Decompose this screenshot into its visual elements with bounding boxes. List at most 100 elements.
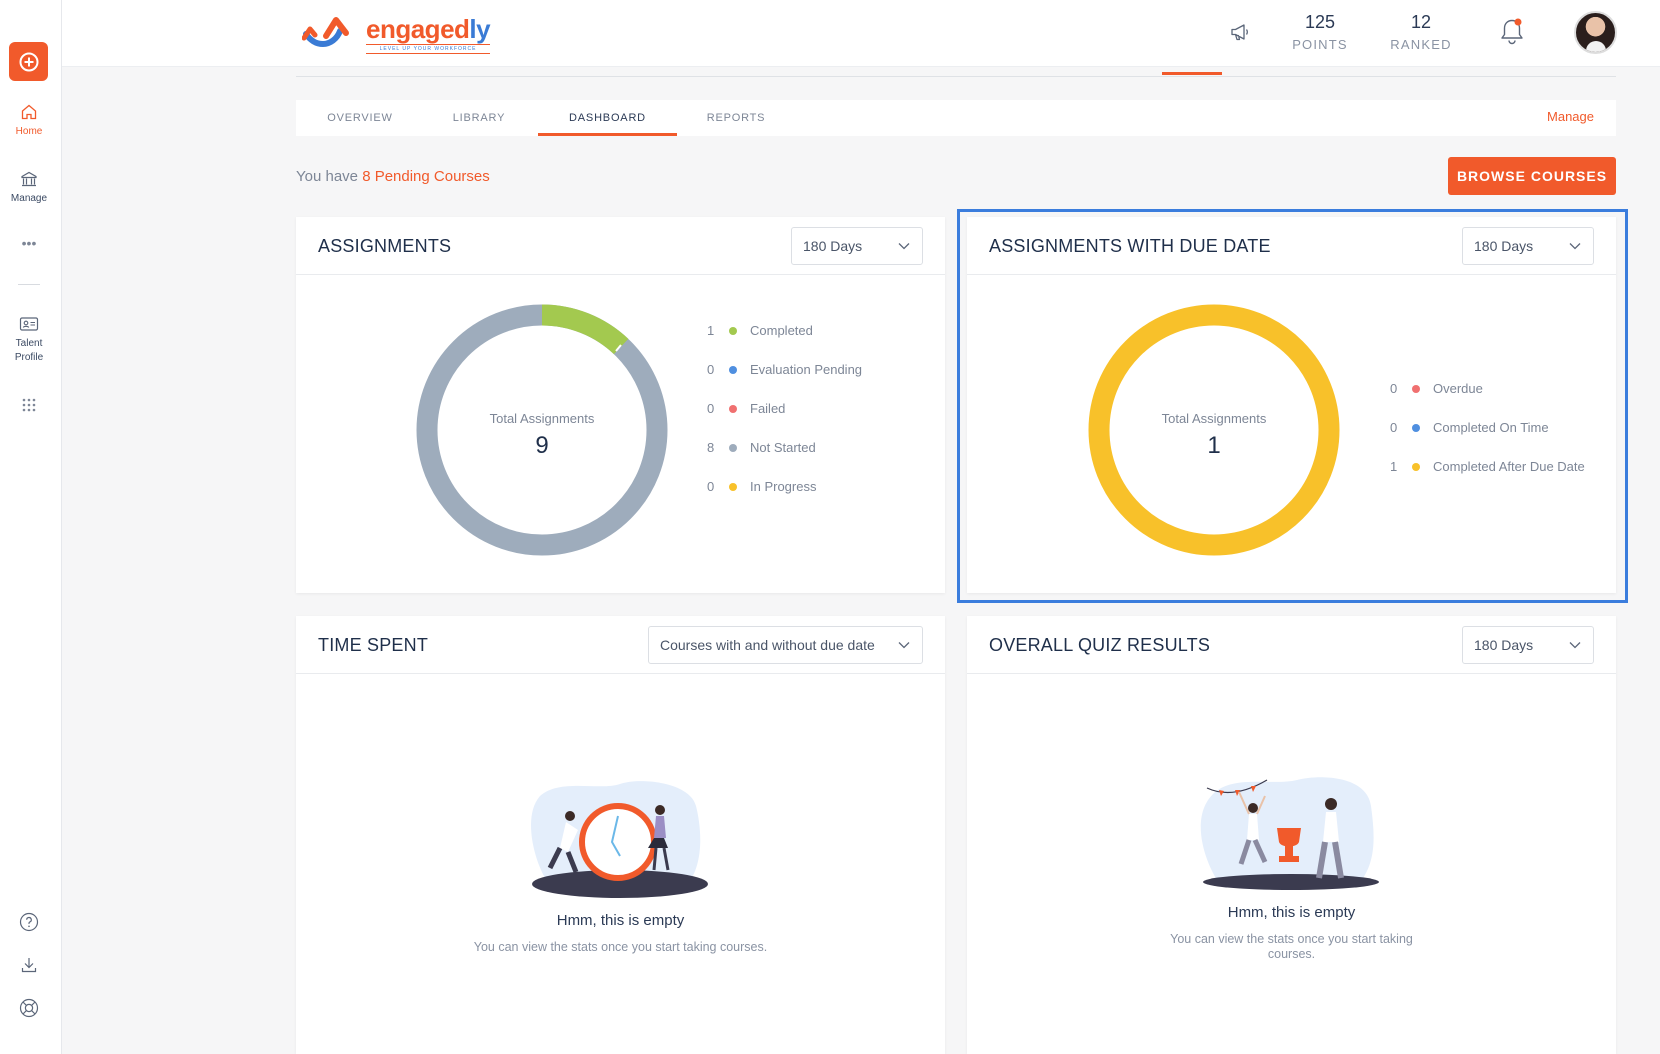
assignments-card: ASSIGNMENTS 180 Days Total Assignments 9…	[296, 217, 945, 593]
logo-text-accent: ly	[469, 14, 491, 44]
empty-state-subtitle: You can view the stats once you start ta…	[1137, 932, 1446, 962]
create-button[interactable]	[9, 42, 48, 81]
legend-item[interactable]: 0 Completed On Time	[1390, 408, 1585, 447]
bell-icon	[1501, 18, 1523, 45]
range-dropdown[interactable]: 180 Days	[791, 227, 923, 265]
legend-label: Completed After Due Date	[1433, 459, 1585, 474]
legend-dot	[1412, 462, 1420, 471]
megaphone-icon	[1231, 24, 1248, 41]
announcements-button[interactable]	[1228, 20, 1252, 49]
assignments-donut: Total Assignments 9	[416, 304, 668, 556]
card-title: ASSIGNMENTS	[318, 236, 452, 256]
legend-label: Completed	[750, 323, 813, 338]
donut-center: Total Assignments 1	[1088, 411, 1340, 460]
help-icon	[19, 912, 39, 932]
legend-label: Not Started	[750, 440, 816, 455]
course-filter-dropdown[interactable]: Courses with and without due date	[648, 626, 923, 664]
logo-tagline: LEVEL UP YOUR WORKFORCE	[366, 44, 491, 54]
legend-item[interactable]: 0 Failed	[707, 389, 862, 428]
header-divider	[296, 76, 1616, 77]
logo-mark-icon	[302, 17, 349, 48]
sidebar-item-label: Manage	[10, 193, 48, 204]
chevron-down-icon	[898, 243, 910, 250]
points-stat[interactable]: 125 POINTS	[1280, 12, 1360, 52]
due-date-donut: Total Assignments 1	[1088, 304, 1340, 556]
sidebar-item-home[interactable]: Home	[0, 103, 58, 139]
chevron-down-icon	[1569, 243, 1581, 250]
donut-center: Total Assignments 9	[416, 411, 668, 460]
browse-courses-button[interactable]: BROWSE COURSES	[1448, 157, 1616, 195]
dropdown-value: 180 Days	[803, 238, 863, 254]
pending-courses-link[interactable]: 8 Pending Courses	[362, 168, 490, 185]
plus-circle-icon	[19, 52, 38, 71]
sidebar-divider	[18, 284, 40, 285]
legend-label: In Progress	[750, 479, 817, 494]
empty-state-title: Hmm, this is empty	[556, 912, 685, 929]
lifebuoy-icon	[19, 998, 39, 1018]
download-icon	[21, 958, 37, 973]
tab-reports[interactable]: REPORTS	[681, 100, 791, 136]
manage-link[interactable]: Manage	[1547, 100, 1594, 133]
apps-grid-icon[interactable]	[0, 398, 58, 416]
legend-dot	[729, 443, 737, 452]
sidebar-item-label: Talent	[15, 338, 43, 349]
legend-item[interactable]: 0 Evaluation Pending	[707, 350, 862, 389]
card-title: TIME SPENT	[318, 635, 429, 655]
empty-sub-line-2: courses.	[1267, 947, 1316, 961]
legend-count: 0	[707, 401, 715, 416]
assignments-legend: 1 Completed 0 Evaluation Pending 0 Failed 8…	[707, 311, 862, 506]
legend-count: 1	[707, 323, 715, 338]
range-dropdown[interactable]: 180 Days	[1462, 227, 1594, 265]
legend-item[interactable]: 0 In Progress	[707, 467, 862, 506]
legend-dot	[1412, 423, 1420, 432]
help-button[interactable]	[0, 912, 58, 932]
due-date-legend: 0 Overdue 0 Completed On Time 1 Completed A…	[1390, 369, 1585, 486]
sidebar-item-label: Profile	[14, 352, 44, 363]
tab-overview[interactable]: OVERVIEW	[296, 100, 424, 136]
legend-item[interactable]: 1 Completed	[707, 311, 862, 350]
sidebar-item-manage[interactable]: Manage	[0, 170, 58, 206]
chevron-down-icon	[1569, 642, 1581, 649]
trophy-illustration	[1200, 777, 1379, 890]
sidebar-item-talent-profile[interactable]: Talent Profile	[0, 315, 58, 365]
legend-count: 0	[707, 479, 715, 494]
due-date-card: ASSIGNMENTS WITH DUE DATE 180 Days Total…	[967, 217, 1616, 593]
notifications-button[interactable]	[1498, 16, 1526, 53]
legend-item[interactable]: 0 Overdue	[1390, 369, 1585, 408]
home-icon	[21, 104, 37, 120]
tab-library[interactable]: LIBRARY	[424, 100, 534, 136]
more-icon[interactable]: •••	[0, 236, 58, 250]
ranked-stat[interactable]: 12 RANKED	[1381, 12, 1461, 52]
legend-dot	[729, 326, 737, 335]
donut-center-label: Total Assignments	[489, 411, 595, 426]
dropdown-value: 180 Days	[1474, 637, 1534, 653]
dropdown-value: 180 Days	[1474, 238, 1534, 254]
legend-label: Overdue	[1433, 381, 1483, 396]
support-button[interactable]	[0, 998, 58, 1018]
engagedly-logo[interactable]: engagedly LEVEL UP YOUR WORKFORCE	[302, 12, 491, 54]
range-dropdown[interactable]: 180 Days	[1462, 626, 1594, 664]
id-card-icon	[19, 317, 39, 331]
user-avatar[interactable]	[1574, 11, 1617, 54]
logo-text-main: engaged	[366, 14, 470, 44]
legend-count: 8	[707, 440, 715, 455]
tab-dashboard[interactable]: DASHBOARD	[538, 100, 677, 136]
empty-sub-line-1: You can view the stats once you start ta…	[1170, 932, 1413, 946]
quiz-results-card: OVERALL QUIZ RESULTS 180 Days Hmm, this …	[967, 616, 1616, 1054]
top-header: engagedly LEVEL UP YOUR WORKFORCE 125 PO…	[62, 0, 1660, 67]
download-button[interactable]	[0, 955, 58, 975]
points-label: POINTS	[1292, 37, 1348, 52]
points-value: 125	[1304, 12, 1336, 32]
legend-count: 0	[707, 362, 715, 377]
pending-courses-text: You have 8 Pending Courses	[296, 168, 490, 185]
bank-icon	[21, 171, 37, 187]
legend-count: 1	[1390, 459, 1398, 474]
legend-item[interactable]: 8 Not Started	[707, 428, 862, 467]
legend-item[interactable]: 1 Completed After Due Date	[1390, 447, 1585, 486]
legend-count: 0	[1390, 420, 1398, 435]
donut-center-label: Total Assignments	[1161, 411, 1267, 426]
donut-segment-completed[interactable]	[541, 304, 629, 355]
pending-prefix: You have	[296, 168, 363, 185]
legend-dot	[729, 482, 737, 491]
ranked-label: RANKED	[1390, 37, 1452, 52]
